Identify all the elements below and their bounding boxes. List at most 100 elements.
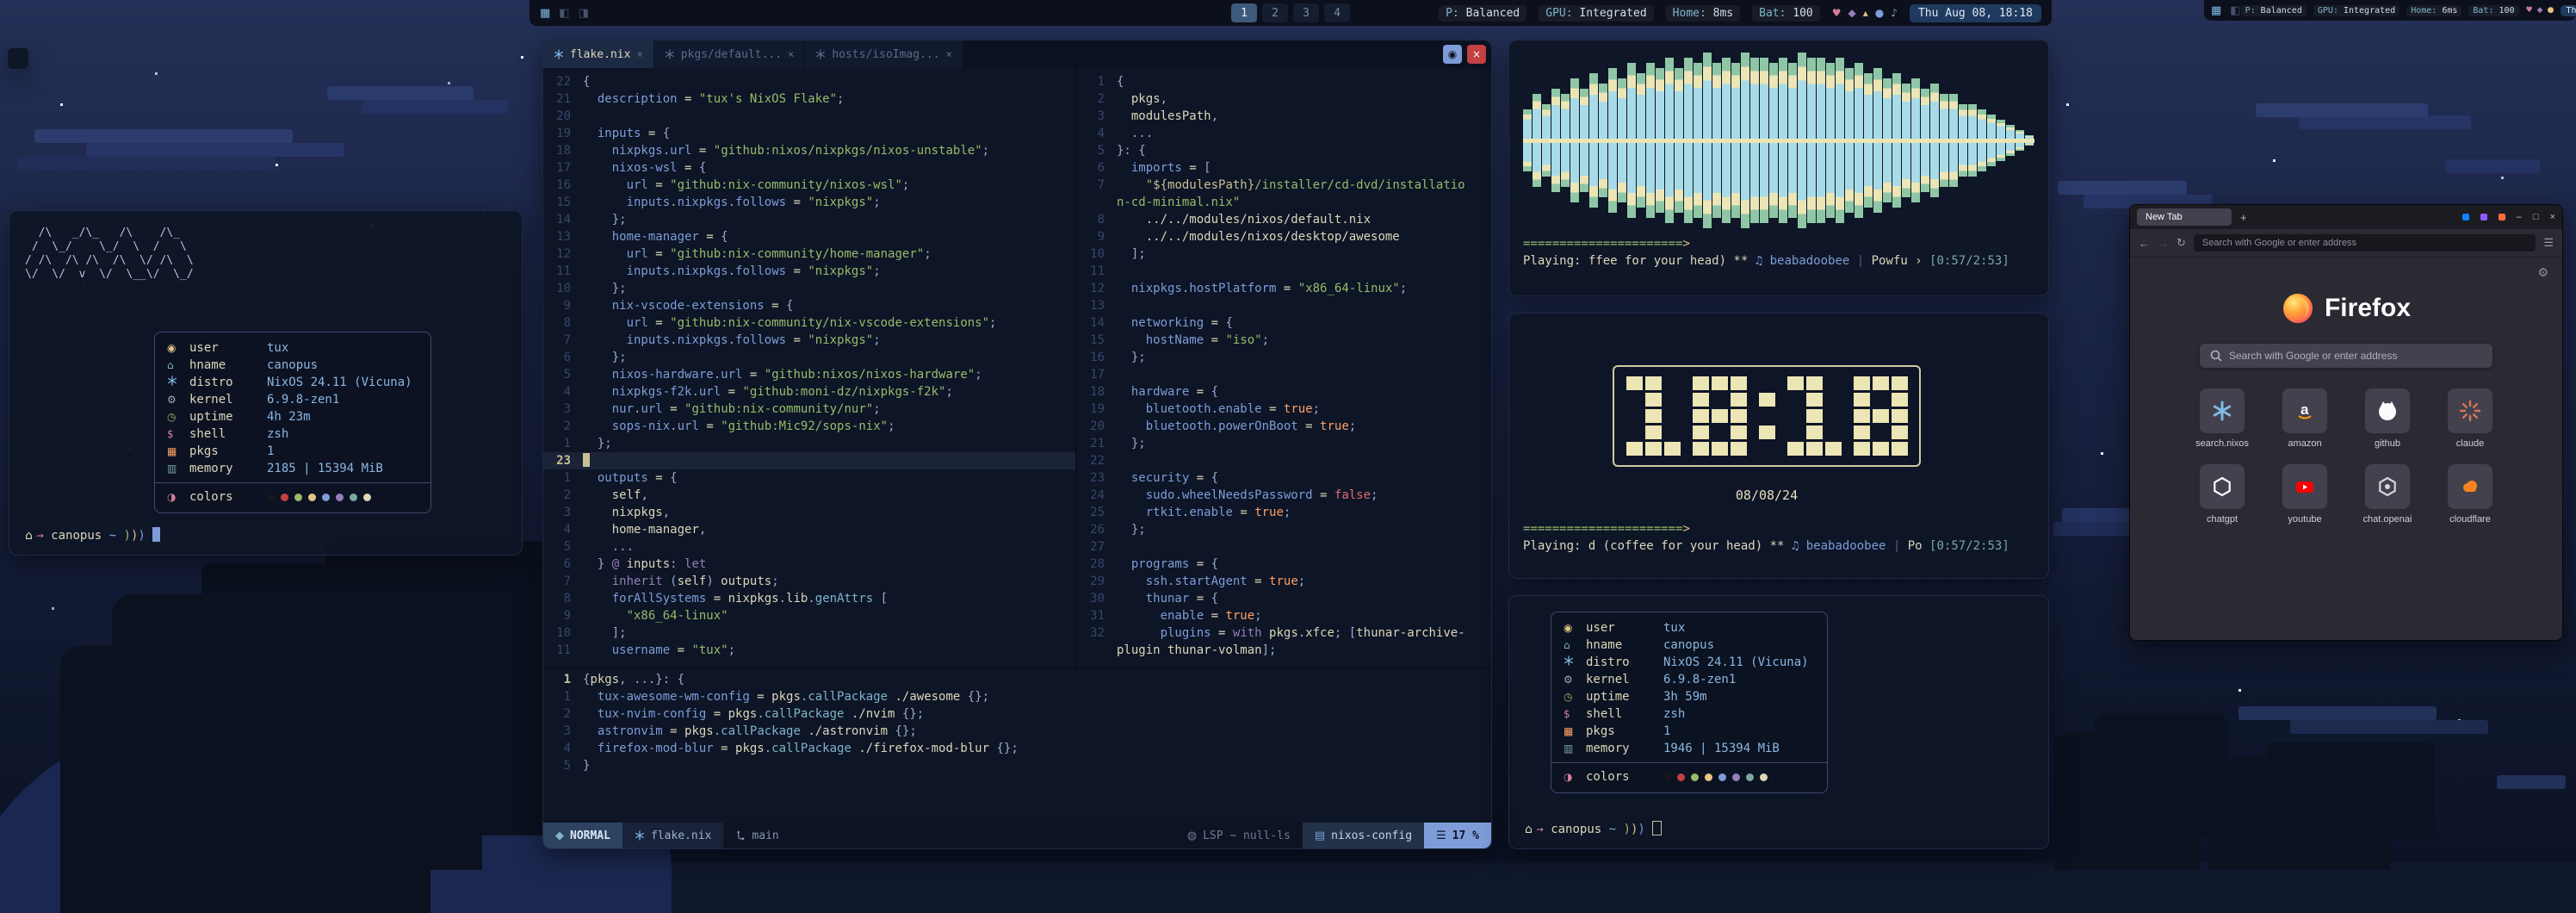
nix-file-icon: [665, 49, 675, 59]
fetch-info-panel: ◉usertux⌂hnamecanopusdistroNixOS 24.11 (…: [1551, 612, 1828, 793]
clock-widget[interactable]: Thu Aug 08, 18:18: [1910, 4, 2041, 22]
neovim-window[interactable]: flake.nix × pkgs/default... × hosts/isoI…: [542, 40, 1492, 849]
clock-widget[interactable]: Thu Aug 08, 18:18: [2561, 5, 2576, 16]
forward-icon[interactable]: →: [2158, 237, 2169, 250]
tray-keyboard-icon[interactable]: ◆: [1848, 7, 1856, 19]
code-line: 19 bluetooth.enable = true;: [1077, 401, 1491, 418]
window-close-button[interactable]: ×: [1467, 45, 1486, 64]
code-line: 8 forAllSystems = nixpkgs.lib.genAttrs [: [543, 590, 1075, 607]
palette-dot: [336, 494, 344, 501]
waveform-midline: [1523, 139, 2034, 143]
code-line: 1 outputs = {: [543, 469, 1075, 487]
tray-brightness-icon[interactable]: ▴: [1863, 7, 1868, 19]
tray-music-icon[interactable]: ♥: [2526, 6, 2533, 15]
editor-pane-pkgs-default[interactable]: 1{pkgs, ...}: {1 tux-awesome-wm-config =…: [543, 669, 1491, 823]
tag-icon[interactable]: ◧: [2230, 4, 2240, 17]
terminal-fetch-window[interactable]: ◉usertux⌂hnamecanopusdistroNixOS 24.11 (…: [1508, 595, 2049, 849]
clock-digit: [1787, 376, 1842, 456]
extension-icon[interactable]: [2480, 214, 2487, 220]
editor-pane-isoimage[interactable]: 1{2 pkgs,3 modulesPath,4 ...5}: {6 impor…: [1077, 68, 1491, 668]
palette-dot: [1663, 773, 1671, 781]
shortcut-cloudflare[interactable]: cloudflare: [2429, 464, 2511, 525]
code-line: 13: [1077, 297, 1491, 314]
code-line: 25 rtkit.enable = true;: [1077, 504, 1491, 521]
workspace-button-3[interactable]: 3: [1293, 3, 1319, 22]
clock-window[interactable]: 08/08/24 ======================> Playing…: [1508, 313, 2049, 579]
fetch-row: ⚙kernel6.9.8-zen1: [167, 391, 418, 408]
extension-icon[interactable]: [2499, 214, 2505, 220]
code-line: 4 nixpkgs-f2k.url = "github:moni-dz/nixp…: [543, 383, 1075, 401]
code-line: 18 hardware = {: [1077, 383, 1491, 401]
tab-close-icon[interactable]: ×: [788, 48, 794, 60]
tray-keyboard-icon[interactable]: ◆: [2537, 6, 2543, 15]
shortcut-chatgpt[interactable]: chatgpt: [2181, 464, 2263, 525]
terminal-scratchpad[interactable]: /\ _/\_ /\ /\_ / \_/ \_/ \ / \ / /\ /\ /…: [9, 210, 523, 556]
extension-icon[interactable]: [2462, 214, 2469, 220]
terminal-cursor: [1652, 821, 1662, 835]
mini-terminal-window[interactable]: [7, 47, 29, 70]
shortcut-search-nixos[interactable]: search.nixos: [2181, 388, 2263, 449]
launcher-icon[interactable]: ▦: [540, 7, 550, 20]
fetch-row: ▥memory1946 | 15394 MiB: [1564, 740, 1815, 757]
palette-dot: [363, 494, 371, 501]
maximize-button[interactable]: □: [2533, 212, 2539, 222]
firefox-window[interactable]: New Tab + – □ × ← → ↻ Search with Google…: [2129, 204, 2563, 641]
url-bar[interactable]: Search with Google or enter address: [2194, 234, 2536, 252]
tab-close-icon[interactable]: ×: [636, 48, 642, 60]
tray-music-icon[interactable]: ♥: [1832, 7, 1842, 19]
workspace-button-4[interactable]: 4: [1324, 3, 1350, 22]
music-visualizer-window[interactable]: ======================> Playing: ffee fo…: [1508, 40, 2049, 296]
shell-prompt: ⌂ → canopus ~ ))): [25, 527, 160, 543]
workspace-button-2[interactable]: 2: [1262, 3, 1288, 22]
editor-pane-flake[interactable]: 22{21 description = "tux's NixOS Flake";…: [543, 68, 1075, 668]
wallpaper-tree: [2053, 732, 2200, 870]
launcher-icon[interactable]: ▦: [2211, 4, 2221, 17]
code-line: 32 plugins = with pkgs.xfce; [thunar-arc…: [1077, 624, 1491, 642]
clock-digit: [1626, 376, 1681, 456]
palette-dot: [1760, 773, 1768, 781]
cloudflare-icon: [2459, 475, 2481, 498]
menu-icon: ☰: [1436, 829, 1446, 842]
shortcut-chat-openai[interactable]: chat.openai: [2346, 464, 2429, 525]
shortcut-amazon[interactable]: a amazon: [2263, 388, 2346, 449]
code-line: 5 nixos-hardware.url = "github:nixos/nix…: [543, 366, 1075, 383]
palette-dot: [350, 494, 357, 501]
tab-flake-nix[interactable]: flake.nix ×: [543, 40, 654, 68]
tab-hosts-isoimage[interactable]: hosts/isoImag... ×: [805, 40, 963, 68]
layout-icon[interactable]: ◧: [559, 7, 569, 20]
status-power-profile: P: Balanced: [1439, 5, 1526, 22]
code-line: 5}: {: [1077, 142, 1491, 159]
workspace-button-1[interactable]: 1: [1231, 3, 1257, 22]
tab-close-icon[interactable]: ×: [946, 48, 952, 60]
tag-icon[interactable]: ◨: [579, 7, 589, 20]
top-bar-primary: ▦ ◧ ◨ 1 2 3 4 P: Balanced GPU: Integrate…: [529, 0, 2052, 26]
tray-volume-icon[interactable]: ♪: [1891, 7, 1898, 19]
new-tab-button[interactable]: +: [2240, 211, 2247, 224]
shortcut-youtube[interactable]: youtube: [2263, 464, 2346, 525]
github-icon: [2376, 400, 2399, 422]
minimize-button[interactable]: –: [2517, 212, 2522, 222]
code-line: 12 url = "github:nix-community/home-mana…: [543, 245, 1075, 263]
tray-network-icon[interactable]: ●: [2548, 6, 2554, 15]
palette-dot: [1705, 773, 1712, 781]
code-line: 8 ../../modules/nixos/default.nix: [1077, 211, 1491, 228]
shortcut-github[interactable]: github: [2346, 388, 2429, 449]
code-line: 7 "${modulesPath}/installer/cd-dvd/insta…: [1077, 177, 1491, 194]
editor-cursor: [583, 453, 590, 467]
code-line: 20: [543, 108, 1075, 125]
palette-dot: [322, 494, 330, 501]
buffer-picker-button[interactable]: ◉: [1443, 45, 1462, 64]
branch-icon: [735, 830, 746, 841]
browser-tab[interactable]: New Tab: [2137, 208, 2232, 226]
code-line: 19 inputs = {: [543, 125, 1075, 142]
back-icon[interactable]: ←: [2139, 237, 2150, 250]
tray-network-icon[interactable]: ●: [1875, 7, 1884, 19]
gear-icon[interactable]: ⚙: [2537, 266, 2548, 280]
close-button[interactable]: ×: [2550, 212, 2555, 222]
search-input[interactable]: Search with Google or enter address: [2200, 344, 2492, 368]
code-line: 27: [1077, 538, 1491, 556]
shortcut-claude[interactable]: claude: [2429, 388, 2511, 449]
menu-icon[interactable]: ☰: [2543, 236, 2554, 250]
reload-icon[interactable]: ↻: [2177, 236, 2186, 250]
tab-pkgs-default[interactable]: pkgs/default... ×: [654, 40, 806, 68]
